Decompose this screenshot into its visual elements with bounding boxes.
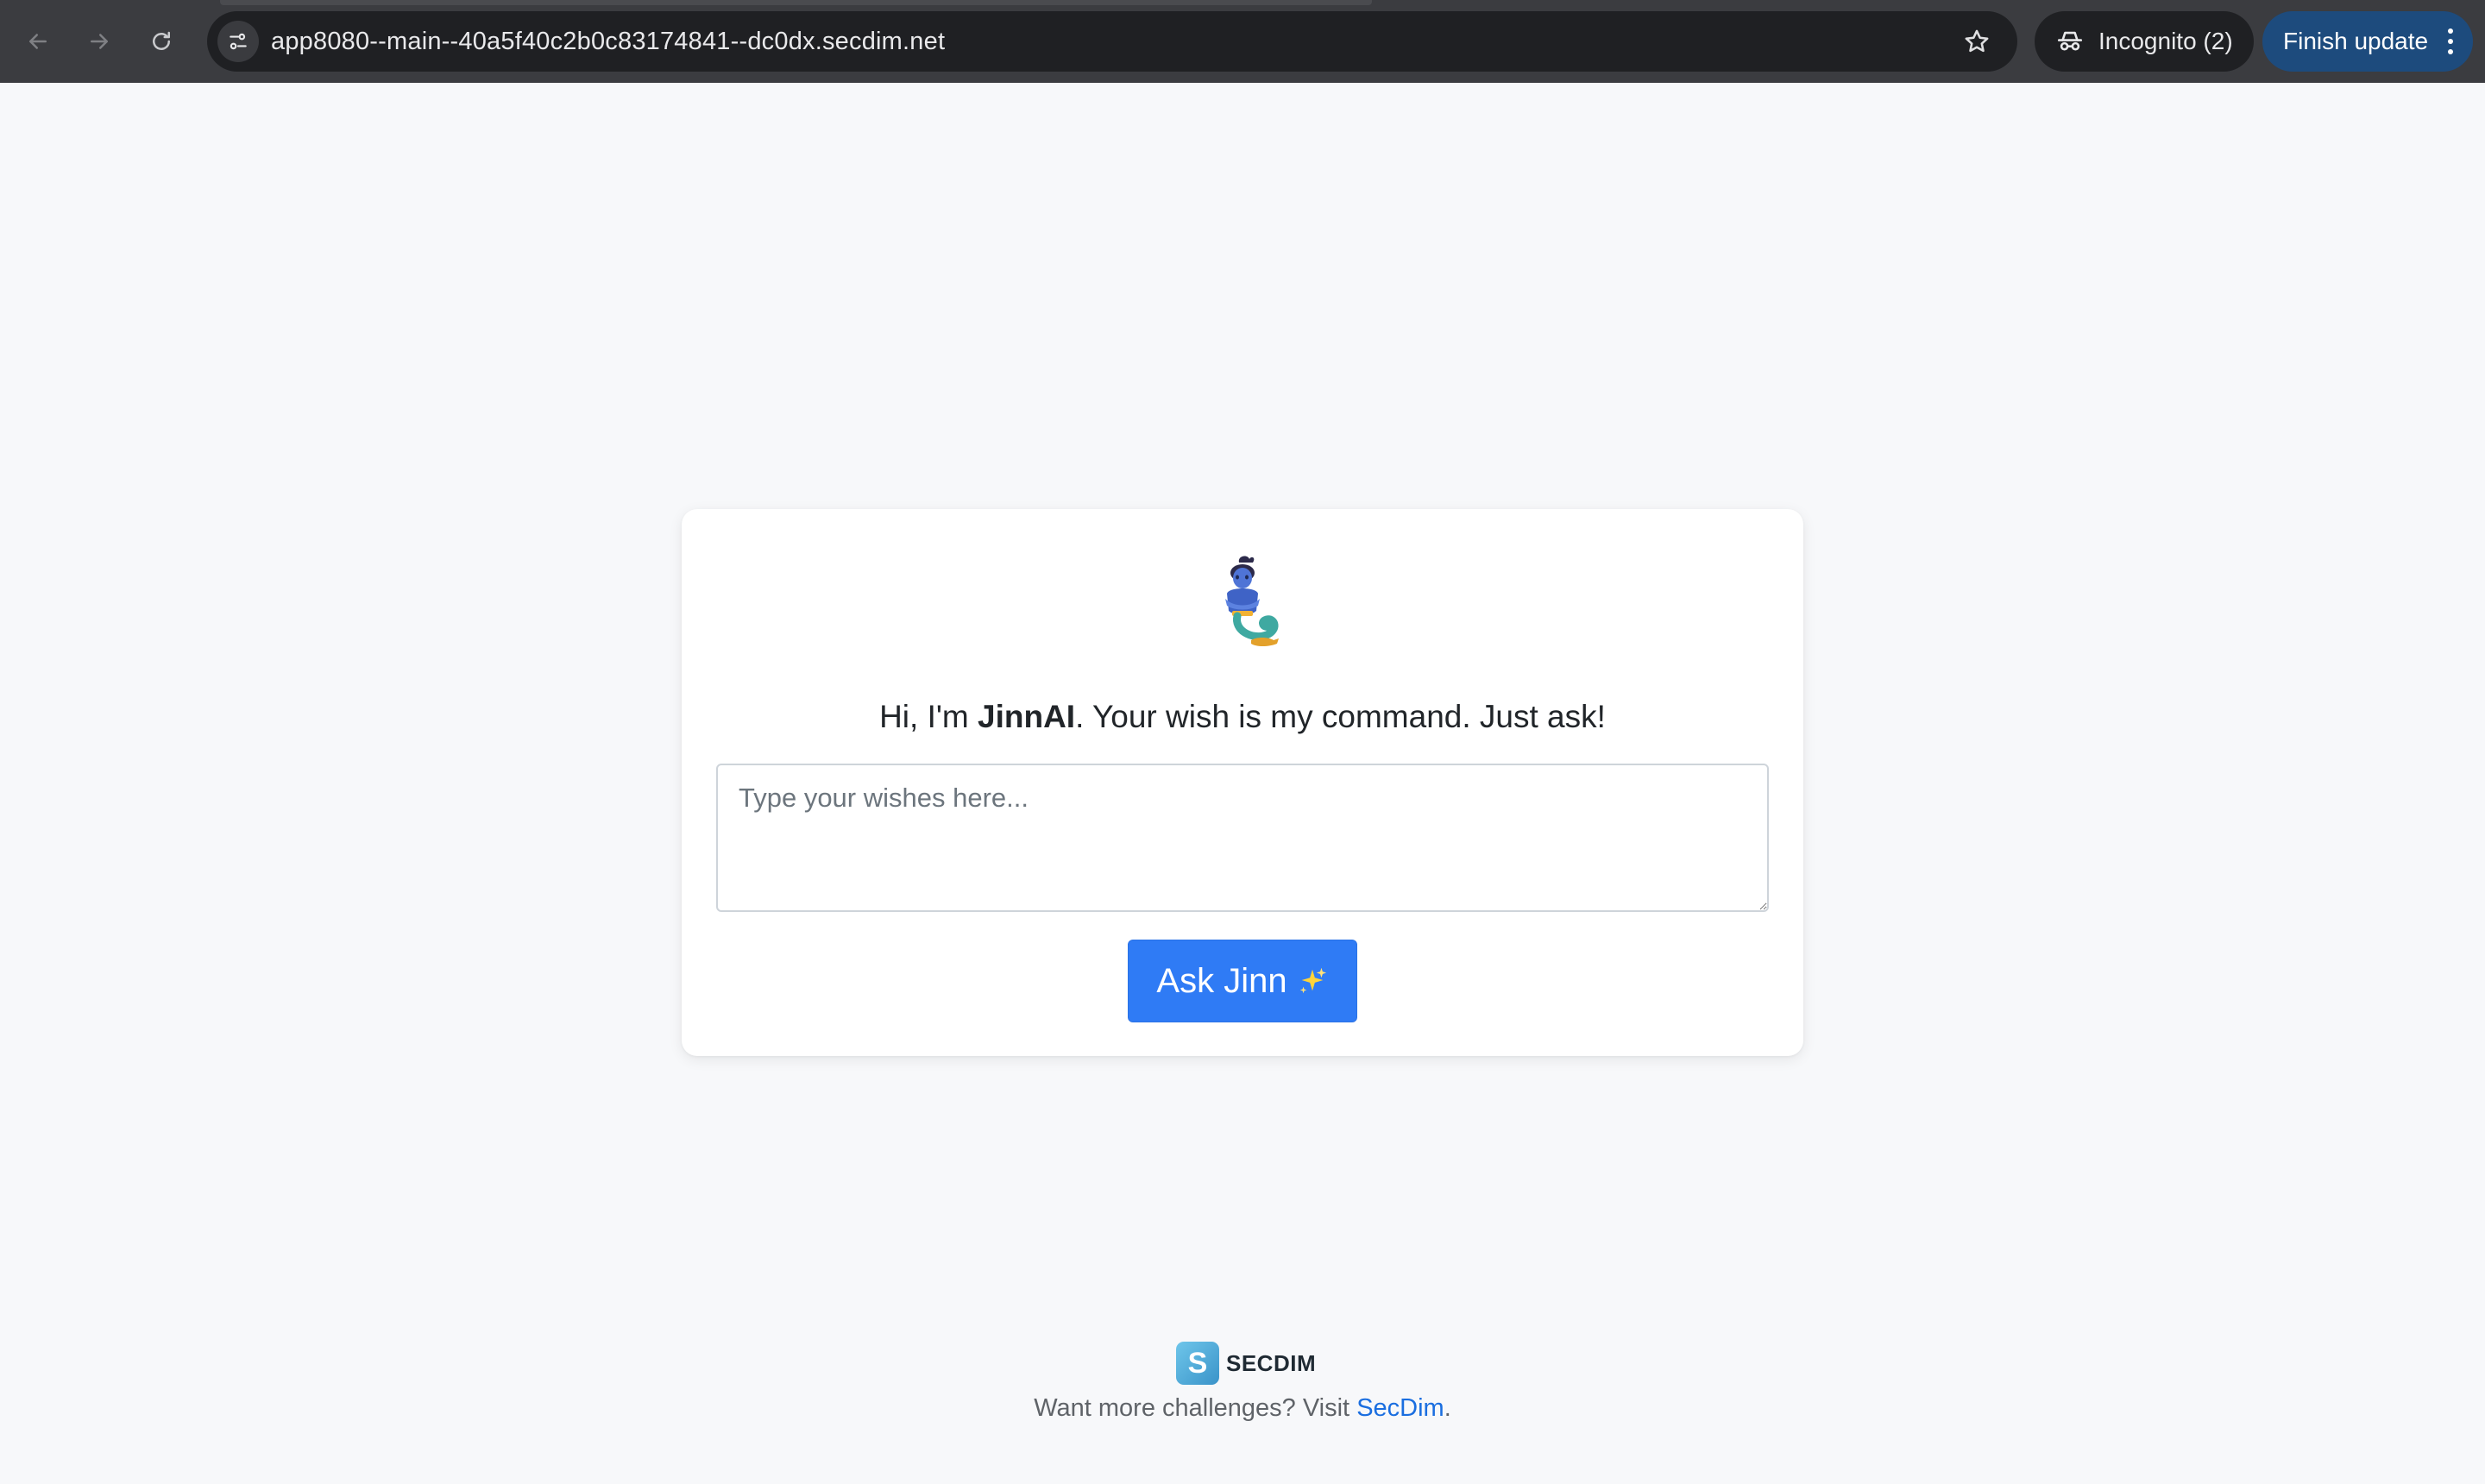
footer-text: Want more challenges? Visit SecDim. <box>0 1394 2485 1423</box>
finish-update-button[interactable]: Finish update <box>2262 11 2473 72</box>
wish-input[interactable] <box>716 764 1769 912</box>
browser-toolbar: app8080--main--40a5f40c2b0c83174841--dc0… <box>0 0 2485 83</box>
secdim-logo[interactable]: S SECDIM <box>1176 1342 1316 1385</box>
greeting-prefix: Hi, I'm <box>879 699 978 734</box>
footer-prefix: Want more challenges? Visit <box>1034 1394 1357 1422</box>
forward-button[interactable] <box>79 21 120 62</box>
incognito-label: Incognito (2) <box>2098 28 2233 54</box>
ask-jinn-label: Ask Jinn <box>1156 961 1287 1000</box>
bookmark-button[interactable] <box>1960 25 1993 58</box>
secdim-logo-mark: S <box>1176 1342 1219 1385</box>
url-text[interactable]: app8080--main--40a5f40c2b0c83174841--dc0… <box>271 11 945 72</box>
jinn-card: Hi, I'm JinnAI. Your wish is my command.… <box>682 509 1803 1056</box>
back-button[interactable] <box>17 21 59 62</box>
greeting-suffix: . Your wish is my command. Just ask! <box>1075 699 1606 734</box>
ask-jinn-button[interactable]: Ask Jinn <box>1128 940 1357 1022</box>
secdim-logo-wordmark: SECDIM <box>1226 1349 1317 1376</box>
address-bar[interactable]: app8080--main--40a5f40c2b0c83174841--dc0… <box>207 11 2017 72</box>
incognito-indicator[interactable]: Incognito (2) <box>2035 11 2254 72</box>
greeting-heading: Hi, I'm JinnAI. Your wish is my command.… <box>682 699 1803 735</box>
back-arrow-icon <box>29 34 47 49</box>
tab-strip <box>220 0 1372 5</box>
forward-arrow-icon <box>91 34 108 49</box>
genie-icon <box>1225 556 1279 646</box>
footer-suffix: . <box>1444 1394 1451 1422</box>
finish-update-label: Finish update <box>2283 28 2429 54</box>
bookmark-star-icon <box>1965 29 1989 53</box>
site-settings-button[interactable] <box>217 21 259 62</box>
assistant-name: JinnAI <box>978 699 1076 734</box>
incognito-icon <box>2057 31 2083 51</box>
reload-icon <box>153 31 170 50</box>
reload-button[interactable] <box>141 21 182 62</box>
site-settings-icon <box>230 33 247 50</box>
sparkles-icon <box>1299 967 1326 994</box>
more-vert-icon[interactable] <box>2447 28 2454 54</box>
secdim-link[interactable]: SecDim <box>1356 1394 1444 1422</box>
